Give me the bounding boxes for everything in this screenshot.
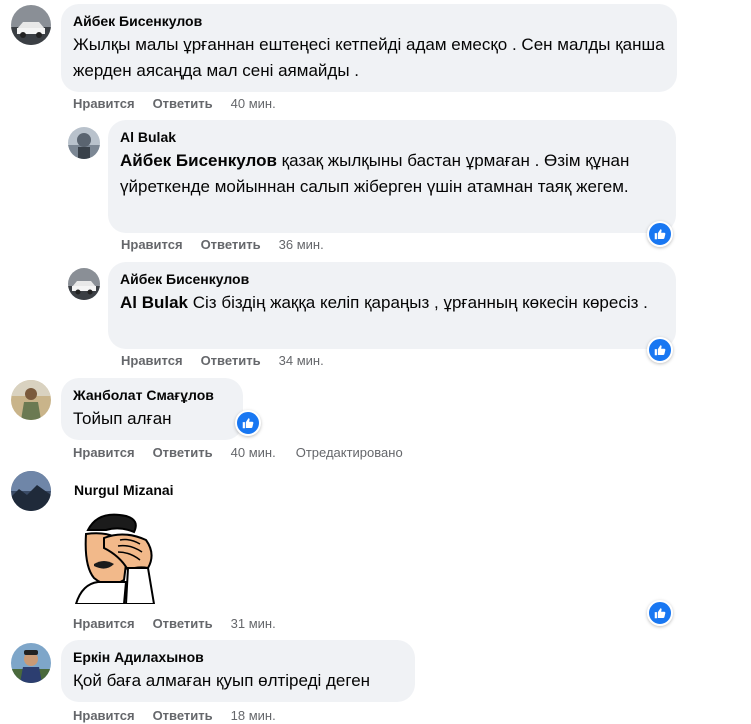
thumbs-up-icon: [654, 608, 666, 619]
like-button[interactable]: Нравится: [121, 353, 183, 368]
reply-button[interactable]: Ответить: [201, 353, 261, 368]
comment-bubble: Al Bulak Айбек Бисенкулов қазақ жылқыны …: [108, 120, 676, 233]
timestamp[interactable]: 40 мин.: [231, 96, 276, 111]
comment-text: Al Bulak Сіз біздің жаққа келіп қараңыз …: [120, 290, 664, 316]
comment-text-body: Сіз біздің жаққа келіп қараңыз , ұрғанны…: [188, 293, 648, 312]
mention-link[interactable]: Al Bulak: [120, 293, 188, 312]
like-reaction-badge[interactable]: [647, 221, 673, 247]
like-reaction-badge[interactable]: [647, 337, 673, 363]
avatar[interactable]: [11, 471, 51, 511]
comment-bubble: Айбек Бисенкулов Жылқы малы ұрғаннан ешт…: [61, 4, 677, 92]
comment-author[interactable]: Еркін Адилахынов: [73, 648, 403, 666]
comment-text: Жылқы малы ұрғаннан ештеңесі кетпейді ад…: [73, 35, 665, 80]
reply-button[interactable]: Ответить: [153, 708, 213, 723]
timestamp[interactable]: 31 мин.: [231, 616, 276, 631]
timestamp[interactable]: 40 мин.: [231, 445, 276, 460]
like-button[interactable]: Нравится: [73, 445, 135, 460]
reply-button[interactable]: Ответить: [153, 445, 213, 460]
thumbs-up-icon: [654, 345, 666, 356]
comment-actions: Нравится Ответить 34 мин.: [121, 353, 344, 369]
comment-author[interactable]: Айбек Бисенкулов: [120, 270, 664, 288]
avatar[interactable]: [68, 268, 100, 300]
comment-author[interactable]: Nurgul Mizanai: [74, 481, 174, 499]
like-button[interactable]: Нравится: [73, 96, 135, 111]
comment-author[interactable]: Айбек Бисенкулов: [73, 12, 665, 30]
comment-actions: Нравится Ответить 40 мин. Отредактировано: [73, 445, 403, 461]
comment-author[interactable]: Al Bulak: [120, 128, 664, 146]
comment-actions: Нравится Ответить 40 мин.: [73, 96, 296, 112]
thumbs-up-icon: [654, 229, 666, 240]
comment-actions: Нравится Ответить 31 мин.: [73, 616, 296, 632]
reply-button[interactable]: Ответить: [153, 96, 213, 111]
like-button[interactable]: Нравится: [73, 616, 135, 631]
comment-author[interactable]: Жанболат Смағұлов: [73, 386, 231, 404]
timestamp[interactable]: 36 мин.: [279, 237, 324, 252]
comment-bubble: Айбек Бисенкулов Al Bulak Сіз біздің жақ…: [108, 262, 676, 349]
like-button[interactable]: Нравится: [73, 708, 135, 723]
avatar[interactable]: [68, 127, 100, 159]
like-button[interactable]: Нравится: [121, 237, 183, 252]
comment-actions: Нравится Ответить 36 мин.: [121, 237, 344, 253]
reply-button[interactable]: Ответить: [201, 237, 261, 252]
timestamp[interactable]: 34 мин.: [279, 353, 324, 368]
reply-button[interactable]: Ответить: [153, 616, 213, 631]
comment-text: Тойып алған: [73, 409, 172, 428]
avatar[interactable]: [11, 5, 51, 45]
avatar[interactable]: [11, 380, 51, 420]
thumbs-up-icon: [242, 418, 254, 429]
like-reaction-badge[interactable]: [647, 600, 673, 626]
mention-link[interactable]: Айбек Бисенкулов: [120, 151, 277, 170]
comment-text: Қой баға алмаған қуып өлтіреді деген: [73, 671, 371, 690]
edited-label: Отредактировано: [295, 445, 403, 460]
comment-text: Айбек Бисенкулов қазақ жылқыны бастан ұр…: [120, 148, 664, 200]
comment-actions: Нравится Ответить 18 мин.: [73, 708, 296, 724]
facepalm-sticker: [68, 508, 158, 605]
avatar[interactable]: [11, 643, 51, 683]
comment-bubble: Жанболат Смағұлов Тойып алған: [61, 378, 243, 440]
timestamp[interactable]: 18 мин.: [231, 708, 276, 723]
comment-bubble: Еркін Адилахынов Қой баға алмаған қуып ө…: [61, 640, 415, 702]
like-reaction-badge[interactable]: [235, 410, 261, 436]
